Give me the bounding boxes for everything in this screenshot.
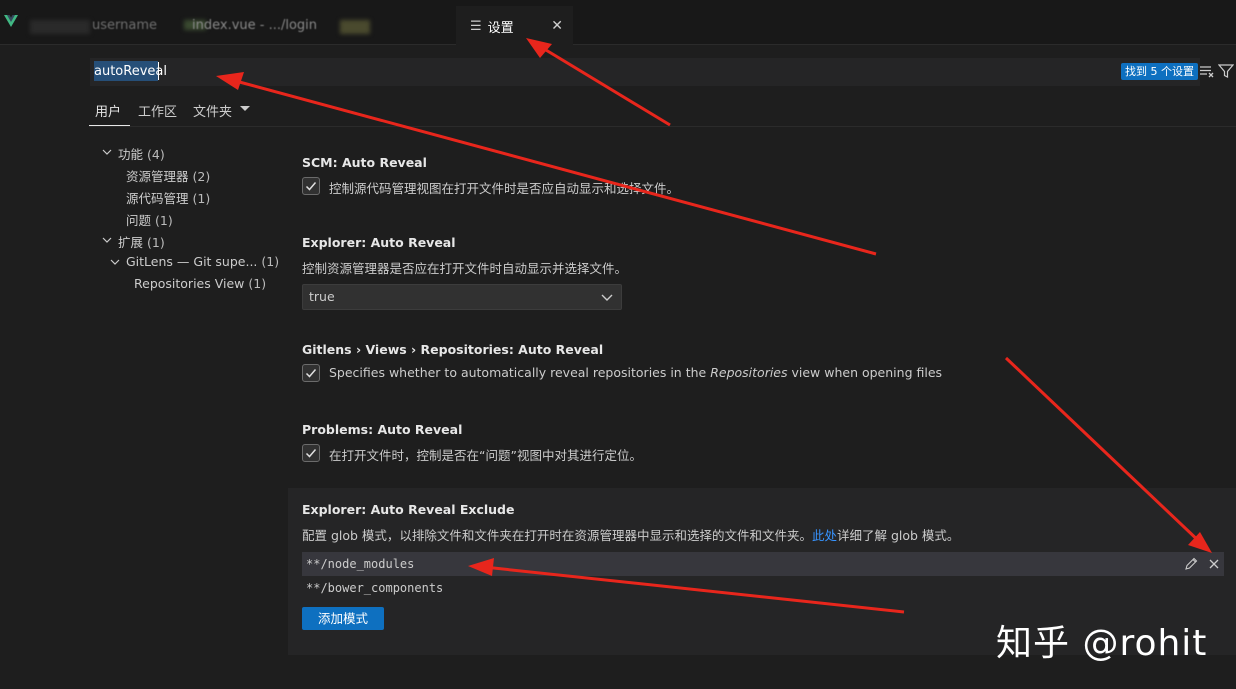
toc-count: (1) [147,235,165,250]
explorer-auto-reveal-select[interactable]: true [302,284,622,310]
toc-label: 问题 [126,213,152,228]
toc-count: (1) [192,191,211,206]
checkmark-icon [305,369,317,378]
settings-list-icon: ☰ [470,18,482,34]
glob-docs-link[interactable]: 此处 [812,528,837,543]
toc-item-gitlens[interactable]: GitLens — Git supe... (1) [126,254,279,269]
filter-icon[interactable] [1218,63,1234,79]
setting-desc-auto-reveal-exclude: 配置 glob 模式，以排除文件和文件夹在打开时在资源管理器中显示和选择的文件和… [302,525,959,544]
blurred-region [30,20,90,34]
setting-desc-gitlens-auto-reveal: Specifies whether to automatically revea… [329,365,942,380]
toc-label: 源代码管理 [126,191,189,206]
add-pattern-button[interactable]: 添加模式 [302,607,384,630]
tab-username[interactable]: username [92,6,157,44]
toc-count: (1) [155,213,173,228]
search-result-count-badge: 找到 5 个设置 [1121,63,1198,80]
clear-search-icon[interactable] [1199,63,1215,79]
close-icon[interactable]: ✕ [551,18,563,34]
scm-auto-reveal-checkbox[interactable] [302,177,320,195]
toc-count: (2) [192,169,211,184]
toc-item-extensions[interactable]: 扩展 (1) [118,232,165,251]
chevron-down-icon [601,294,613,301]
toc-item-features[interactable]: 功能 (4) [118,144,165,163]
tab-index-label: index.vue - .../login [192,17,318,33]
remove-icon[interactable] [1206,556,1222,572]
editor-tab-bar: username index.vue - .../login ☰ 设置 ✕ [0,6,1236,45]
toc-label: Repositories View [134,276,245,291]
setting-desc-problems-auto-reveal: 在打开文件时，控制是否在“问题”视图中对其进行定位。 [329,448,642,463]
setting-title-scm-auto-reveal: SCM: Auto Reveal [302,155,427,170]
toc-count: (4) [147,147,165,162]
tab-user-settings[interactable]: 用户 [95,101,121,120]
toc-item-repositories-view[interactable]: Repositories View (1) [134,276,266,291]
checkmark-icon [305,449,317,458]
toc-count: (1) [248,276,267,291]
toc-item-problems[interactable]: 问题 (1) [126,210,173,229]
toc-count: (1) [261,254,280,269]
tab-index-vue[interactable]: index.vue - .../login [192,6,317,44]
desc-text: 详细了解 glob 模式。 [836,528,960,543]
toc-label: 扩展 [118,235,144,250]
desc-text: 配置 glob 模式，以排除文件和文件夹在打开时在资源管理器中显示和选择的文件和… [302,528,812,543]
setting-title-explorer-auto-reveal: Explorer: Auto Reveal [302,235,456,250]
tab-settings-label: 设置 [487,20,514,36]
setting-title-auto-reveal-exclude: Explorer: Auto Reveal Exclude [302,502,515,517]
toc-label: GitLens — Git supe... [126,254,258,269]
toc-item-scm[interactable]: 源代码管理 (1) [126,188,210,207]
problems-auto-reveal-checkbox[interactable] [302,444,320,462]
desc-text: view when opening files [787,365,943,380]
edit-icon[interactable] [1183,556,1199,572]
chevron-down-icon[interactable] [101,234,113,246]
setting-title-problems-auto-reveal: Problems: Auto Reveal [302,422,463,437]
text-caret [158,62,159,80]
settings-search-input[interactable] [94,61,1114,81]
vue-logo-icon [4,15,18,27]
desc-italic-text: Repositories [710,365,788,380]
toc-label: 资源管理器 [126,169,189,184]
select-value: true [309,289,335,304]
setting-title-gitlens-auto-reveal: Gitlens › Views › Repositories: Auto Rev… [302,342,604,357]
chevron-down-icon[interactable] [101,146,113,158]
caret-down-icon[interactable] [240,106,250,111]
tab-username-label: username [92,17,157,33]
watermark: 知乎 @rohit [996,623,1208,664]
exclude-pattern-value[interactable]: **/bower_components [306,581,443,595]
chevron-down-icon[interactable] [109,256,121,268]
desc-text: Specifies whether to automatically revea… [329,365,711,380]
tab-settings[interactable]: ☰ 设置 ✕ [456,6,573,45]
tab-workspace-settings[interactable]: 工作区 [138,101,177,120]
exclude-pattern-row[interactable] [302,552,1224,576]
toc-label: 功能 [118,147,144,162]
gitlens-auto-reveal-checkbox[interactable] [302,364,320,382]
checkmark-icon [305,182,317,191]
blurred-region [340,20,370,34]
setting-desc-scm-auto-reveal: 控制源代码管理视图在打开文件时是否应自动显示和选择文件。 [329,181,680,196]
divider [89,126,1236,127]
toc-item-explorer[interactable]: 资源管理器 (2) [126,166,210,185]
exclude-pattern-value: **/node_modules [306,557,415,571]
tab-folder-settings[interactable]: 文件夹 [193,101,232,120]
setting-desc-explorer-auto-reveal: 控制资源管理器是否应在打开文件时自动显示并选择文件。 [302,261,628,276]
